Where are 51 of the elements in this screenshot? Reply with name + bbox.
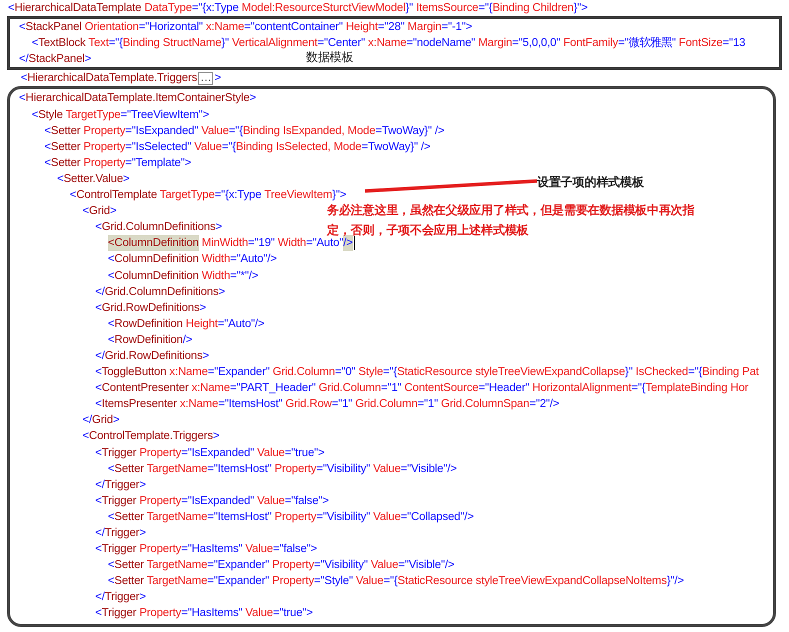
- code-line: <ControlTemplate TargetType="{x:Type TreeViewItem}">: [70, 188, 346, 204]
- code-line: <Grid>: [82, 204, 116, 220]
- code-line: <Setter TargetName="ItemsHost" Property="Visibility" Value="Collapsed"/>: [108, 510, 474, 525]
- code-line: <Setter Property="IsExpanded" Value="{Binding IsExpanded, Mode=TwoWay}" />: [44, 124, 444, 139]
- code-text: MinWidth: [200, 236, 248, 252]
- code-text: ="19": [248, 236, 275, 252]
- code-line: <Setter Property="Template">: [44, 156, 192, 171]
- code-text: ="Auto": [306, 236, 344, 252]
- code-line: </Grid.RowDefinitions>: [95, 348, 210, 364]
- code-line: <ContentPresenter x:Name="PART_Header" Grid.Column="1" ContentSource="Header" HorizontalAlignment="{TemplateBinding Hor: [95, 381, 748, 396]
- code-line: <ItemsPresenter x:Name="ItemsHost" Grid.Row="1" Grid.Column="1" Grid.ColumnSpan="2"/>: [95, 397, 560, 412]
- text-cursor: [354, 236, 355, 250]
- code-line: <Grid.ColumnDefinitions>: [95, 220, 222, 236]
- note-text: 定，否则，子项不会应用上述样式模板: [327, 222, 530, 238]
- code-text: <ColumnDefinition: [108, 235, 199, 252]
- code-line: <Setter Property="IsSelected" Value="{Binding IsSelected, Mode=TwoWay}" />: [44, 140, 430, 155]
- code-text: Width: [276, 236, 306, 252]
- note-text: 务必注意这里，虽然在父级应用了样式，但是需要在数据模板中再次指: [327, 202, 694, 219]
- code-line: <Setter TargetName="Expander" Property="Style" Value="{StaticResource styleTreeViewExpandCollapseNoItems}"/>: [108, 574, 684, 590]
- code-line: <Setter TargetName="ItemsHost" Property="Visibility" Value="Visible"/>: [108, 462, 457, 477]
- code-line: <Trigger Property="IsExpanded" Value="true">: [95, 446, 325, 461]
- code-line: <Setter.Value>: [57, 172, 130, 187]
- code-line: <Grid.RowDefinitions>: [95, 300, 206, 316]
- code-line: <Trigger Property="HasItems" Value="false">: [95, 542, 318, 558]
- code-line: <ControlTemplate.Triggers>: [82, 429, 220, 444]
- frame-caption: 数据模板: [306, 49, 354, 66]
- code-line: </Grid.ColumnDefinitions>: [95, 284, 226, 300]
- code-line: </Trigger>: [95, 526, 146, 541]
- callout-label: 设置子项的样式模板: [537, 174, 644, 191]
- code-line: </StackPanel>: [19, 52, 92, 68]
- code-line: <ColumnDefinition Width="Auto"/>: [108, 252, 277, 268]
- code-line: <Trigger Property="HasItems" Value="true">: [95, 606, 313, 622]
- code-line: <StackPanel Orientation="Horizontal" x:Name="contentContainer" Height="28" Margin="-1">: [19, 20, 472, 36]
- code-line: <Style TargetType="TreeViewItem">: [32, 108, 210, 123]
- code-line: <Trigger Property="IsExpanded" Value="false">: [95, 494, 329, 509]
- code-line: <ColumnDefinition Width="*"/>: [108, 268, 258, 284]
- code-line: </Trigger>: [95, 478, 146, 493]
- code-line: </Trigger>: [95, 590, 146, 606]
- code-text: />: [343, 235, 353, 252]
- code-line: <TextBlock Text="{Binding StructName}" VerticalAlignment="Center" x:Name="nodeName" Margin="5,0,0,0" FontFamily="微软雅黑" FontSize="13: [32, 36, 746, 51]
- code-line: </Grid>: [82, 413, 120, 428]
- code-line: <ToggleButton x:Name="Expander" Grid.Column="0" Style="{StaticResource styleTreeViewExpandCollapse}" IsChecked="{Binding Pat: [95, 365, 759, 380]
- code-line: <Setter TargetName="Expander" Property="Visibility" Value="Visible"/>: [108, 558, 454, 574]
- code-text: HierarchicalDataTemplate.Triggers: [27, 71, 198, 86]
- code-line: <RowDefinition Height="Auto"/>: [108, 316, 264, 332]
- code-text: <: [20, 71, 28, 86]
- code-line: <RowDefinition/>: [108, 332, 192, 348]
- code-text: >: [214, 71, 221, 86]
- code-line: <HierarchicalDataTemplate DataType="{x:Type Model:ResourceSturctViewModel}" ItemsSource="{Binding Children}">: [8, 1, 588, 16]
- code-line: <HierarchicalDataTemplate.ItemContainerStyle>: [19, 91, 256, 106]
- collapsed-code-marker[interactable]: …: [198, 72, 214, 85]
